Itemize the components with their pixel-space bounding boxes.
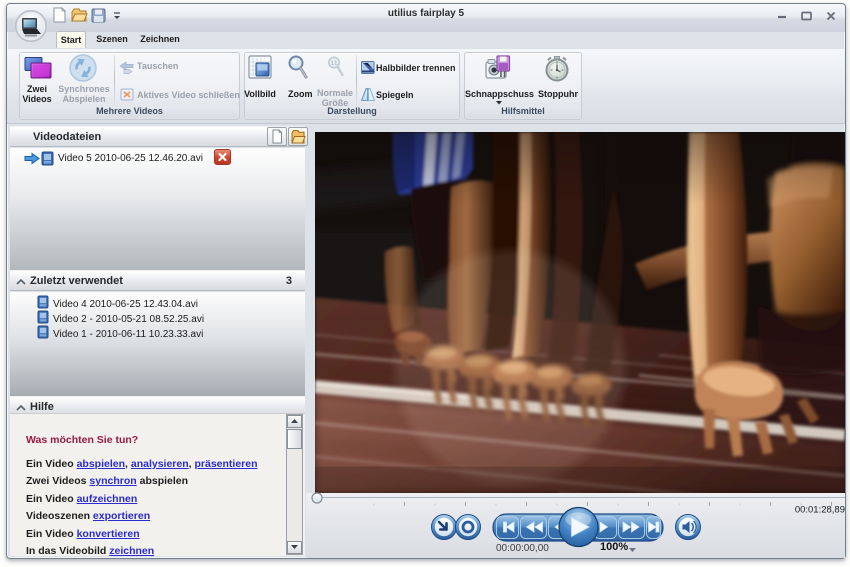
svg-text:00:01:28,89: 00:01:28,89	[795, 505, 845, 516]
